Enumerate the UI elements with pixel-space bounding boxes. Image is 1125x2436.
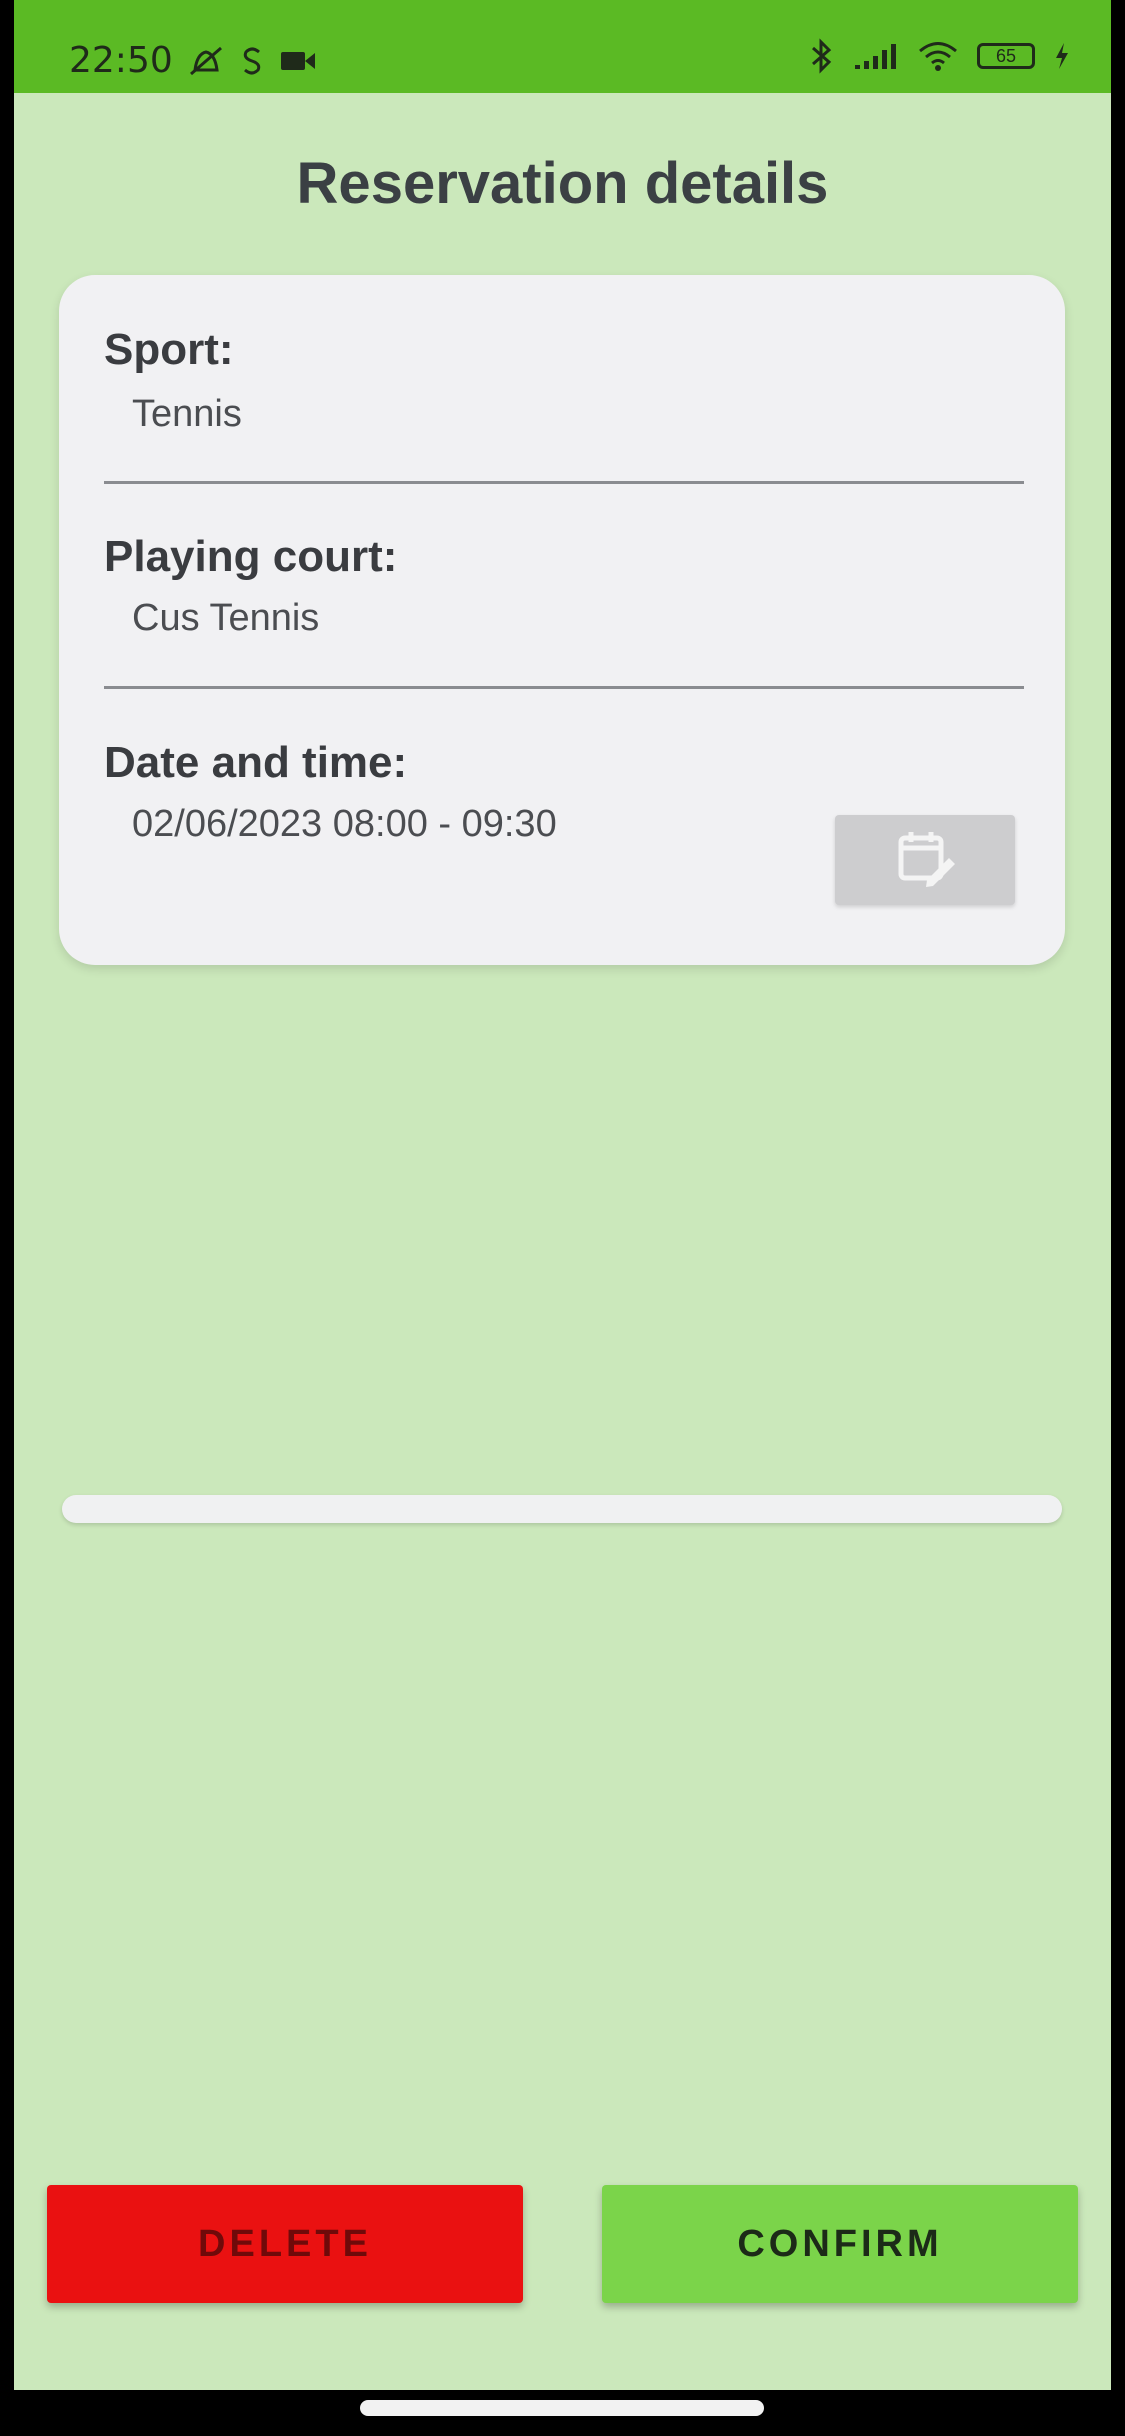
date-time-value: 02/06/2023 08:00 - 09:30: [132, 803, 557, 845]
edit-date-time-button[interactable]: [835, 815, 1015, 905]
status-left: 22:50: [69, 40, 317, 81]
wifi-icon: [917, 40, 959, 72]
playing-court-value: Cus Tennis: [132, 597, 320, 639]
sport-label: Sport:: [104, 325, 234, 374]
home-indicator[interactable]: [360, 2400, 764, 2416]
date-time-label: Date and time:: [104, 738, 408, 787]
confirm-button[interactable]: CONFIRM: [602, 2185, 1078, 2303]
sport-value: Tennis: [132, 393, 242, 435]
reservation-details-card: Sport: Tennis Playing court: Cus Tennis …: [59, 275, 1065, 965]
battery-icon: 65: [977, 43, 1035, 69]
status-bar: 22:50 65: [14, 0, 1111, 93]
calendar-edit-icon: [893, 828, 957, 893]
charging-icon: [1053, 41, 1071, 71]
video-icon: [279, 48, 317, 74]
status-right: 65: [809, 38, 1071, 74]
playing-court-label: Playing court:: [104, 532, 398, 581]
bluetooth-icon: [809, 38, 835, 74]
battery-level: 65: [995, 45, 1017, 66]
s-icon: [239, 44, 265, 78]
status-time: 22:50: [69, 40, 173, 81]
mute-icon: [187, 44, 225, 78]
divider: [104, 686, 1024, 689]
progress-bar: [62, 1495, 1062, 1523]
page-title: Reservation details: [296, 151, 829, 216]
delete-button[interactable]: DELETE: [47, 2185, 523, 2303]
divider: [104, 481, 1024, 484]
signal-icon: [853, 41, 899, 71]
app-screen: 22:50 65 Reservation details Sport: Tenn…: [14, 0, 1111, 2390]
